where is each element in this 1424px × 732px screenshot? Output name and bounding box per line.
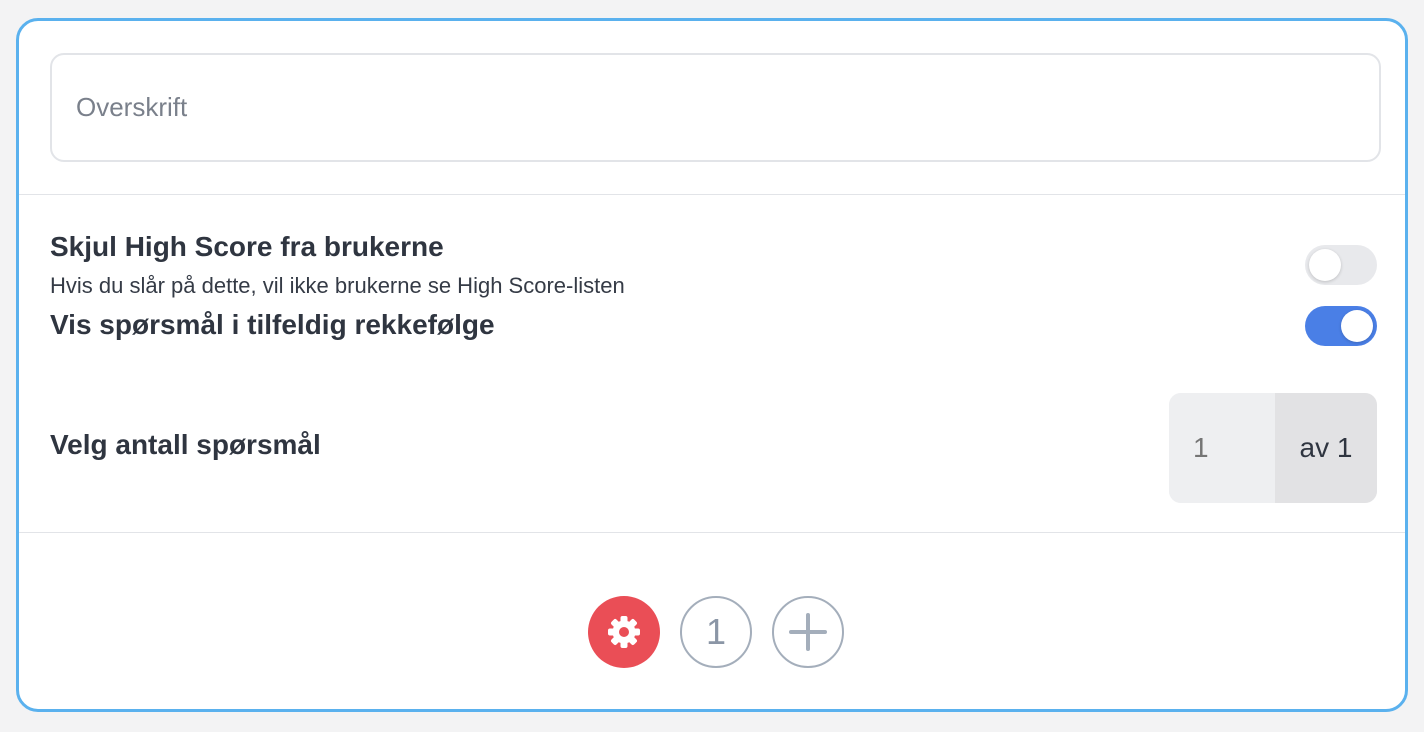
title-section — [19, 21, 1405, 195]
toggle-knob — [1341, 310, 1373, 342]
settings-section: Skjul High Score fra brukerne Hvis du sl… — [19, 195, 1405, 533]
toggle-knob — [1309, 249, 1341, 281]
title-input[interactable] — [50, 53, 1381, 162]
question-page-button[interactable]: 1 — [680, 596, 752, 668]
question-navigation: 1 — [19, 533, 1405, 709]
question-count-field: av 1 — [1169, 393, 1377, 503]
hide-highscore-title: Skjul High Score fra brukerne — [50, 231, 444, 262]
add-question-button[interactable] — [772, 596, 844, 668]
question-count-input[interactable] — [1169, 393, 1275, 503]
random-order-title: Vis spørsmål i tilfeldig rekkefølge — [50, 309, 495, 340]
question-count-suffix: av 1 — [1275, 393, 1377, 503]
random-order-toggle[interactable] — [1305, 306, 1377, 346]
quiz-settings-card: Skjul High Score fra brukerne Hvis du sl… — [16, 18, 1408, 712]
gear-icon — [604, 612, 644, 652]
settings-button[interactable] — [588, 596, 660, 668]
hide-highscore-toggle[interactable] — [1305, 245, 1377, 285]
question-count-label: Velg antall spørsmål — [50, 429, 321, 460]
plus-icon — [786, 610, 830, 654]
hide-highscore-description: Hvis du slår på dette, vil ikke brukerne… — [50, 273, 625, 298]
